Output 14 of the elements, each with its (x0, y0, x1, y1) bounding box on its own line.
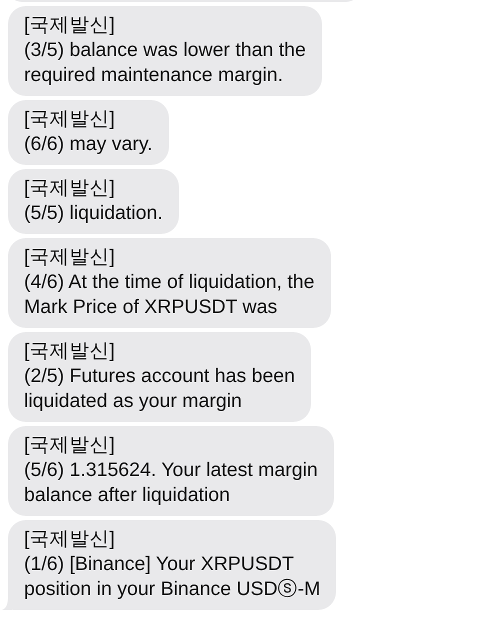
sender-label: [국제발신] (24, 527, 116, 552)
sender-label: [국제발신] (24, 433, 116, 458)
message-text: (6/6) may vary. (24, 132, 153, 157)
sender-label: [국제발신] (24, 176, 116, 201)
message-text: (5/5) liquidation. (24, 201, 163, 226)
message-text: (3/5) balance was lower than the required maintenance margin. (24, 38, 306, 88)
sender-label: [국제발신] (24, 245, 116, 270)
sender-label: [국제발신] (24, 107, 116, 132)
message-text: (2/5) Futures account has been liquidated as your margin (24, 364, 295, 414)
message-text: (5/6) 1.315624. Your latest margin balance after liquidation (24, 458, 318, 508)
sender-label: [국제발신] (24, 13, 116, 38)
sender-label: [국제발신] (24, 339, 116, 364)
message-text: (4/6) At the time of liquidation, the Mark Price of XRPUSDT was (24, 270, 315, 320)
message-text: (1/6) [Binance] Your XRPUSDT position in your Binance USDⓢ-M (24, 552, 320, 602)
